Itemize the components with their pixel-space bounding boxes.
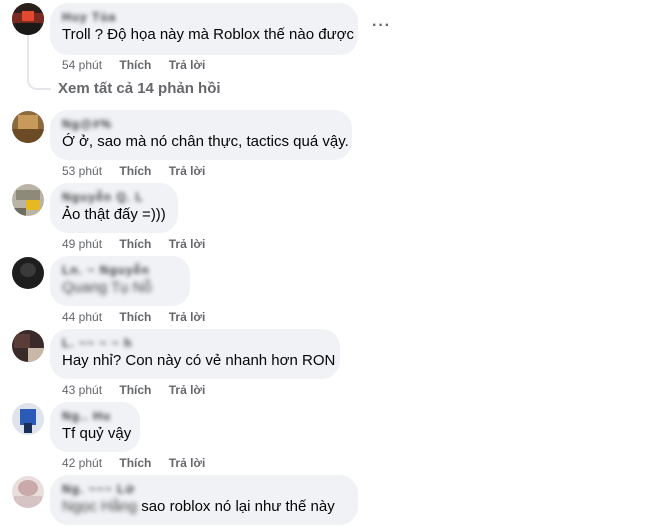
comment-time[interactable]: 49 phút [62, 237, 102, 251]
avatar[interactable] [12, 3, 44, 35]
comment-meta: 44 phút Thích Trả lời [62, 310, 219, 324]
reply-button[interactable]: Trả lời [169, 310, 206, 324]
comment-text: Quang Tụ Nỗ [62, 279, 152, 296]
comment-meta: 43 phút Thích Trả lời [62, 383, 219, 397]
like-button[interactable]: Thích [119, 237, 151, 251]
view-replies-link[interactable]: Xem tất cả 14 phản hồi [58, 80, 221, 97]
commenter-name[interactable]: L. ~~ ~ ~ h [62, 336, 328, 351]
comment-text: Ớ ở, sao mà nó chân thực, tactics quá vậ… [62, 133, 349, 150]
comment-text: Troll ? Độ họa này mà Roblox thế nào đượ… [62, 26, 354, 43]
comment-meta: 42 phút Thích Trả lời [62, 456, 219, 470]
thread-line [27, 34, 29, 80]
like-button[interactable]: Thích [119, 383, 151, 397]
comment-meta: 54 phút Thích Trả lời [62, 58, 219, 72]
avatar[interactable] [12, 257, 44, 289]
comment-bubble: Nguyễn Q. L Ảo thật đấy =))) [50, 183, 178, 233]
comment-bubble: Ng.. Hu Tf quỷ vậy [50, 402, 140, 452]
tagged-user[interactable]: Ngọc Hằng [62, 497, 137, 517]
commenter-name[interactable]: Ng. ~~~ Lử [62, 482, 346, 497]
comment-bubble: Ng. ~~~ Lử Ngọc Hằng sao roblox nó lại n… [50, 475, 358, 525]
comment-meta: 49 phút Thích Trả lời [62, 237, 219, 251]
reply-button[interactable]: Trả lời [169, 383, 206, 397]
avatar[interactable] [12, 184, 44, 216]
comment-time[interactable]: 54 phút [62, 58, 102, 72]
comment-time[interactable]: 43 phút [62, 383, 102, 397]
comment-time[interactable]: 42 phút [62, 456, 102, 470]
comment-bubble: L. ~~ ~ ~ h Hay nhỉ? Con này có vẻ nhanh… [50, 329, 340, 379]
commenter-name[interactable]: Ng.. Hu [62, 409, 128, 424]
reply-button[interactable]: Trả lời [169, 456, 206, 470]
comment-text: Ảo thật đấy =))) [62, 206, 166, 223]
avatar[interactable] [12, 476, 44, 508]
reply-button[interactable]: Trả lời [169, 58, 206, 72]
more-options-icon[interactable]: ··· [372, 17, 391, 35]
like-button[interactable]: Thích [119, 164, 151, 178]
comment-text: Hay nhỉ? Con này có vẻ nhanh hơn RON [62, 352, 336, 369]
commenter-name[interactable]: Ln. ~ Nguyễn [62, 263, 178, 278]
reply-button[interactable]: Trả lời [169, 164, 206, 178]
commenter-name[interactable]: Ng@#% [62, 117, 340, 132]
like-button[interactable]: Thích [119, 310, 151, 324]
commenter-name[interactable]: Nguyễn Q. L [62, 190, 166, 205]
comment-time[interactable]: 53 phút [62, 164, 102, 178]
like-button[interactable]: Thích [119, 456, 151, 470]
avatar[interactable] [12, 111, 44, 143]
comment-text-body: sao roblox nó lại như thế này [141, 498, 335, 515]
comment-time[interactable]: 44 phút [62, 310, 102, 324]
thread-line-curve [27, 78, 51, 90]
reply-button[interactable]: Trả lời [169, 237, 206, 251]
comment-bubble: Ng@#% Ớ ở, sao mà nó chân thực, tactics … [50, 110, 352, 160]
avatar[interactable] [12, 330, 44, 362]
comment-bubble: Ln. ~ Nguyễn Quang Tụ Nỗ [50, 256, 190, 306]
comment-text: Ngọc Hằng sao roblox nó lại như thế này [62, 497, 346, 517]
comment-meta: 53 phút Thích Trả lời [62, 164, 219, 178]
like-button[interactable]: Thích [119, 58, 151, 72]
commenter-name[interactable]: Huy Tùa [62, 10, 346, 25]
comment-text: Tf quỷ vậy [62, 425, 132, 442]
avatar[interactable] [12, 403, 44, 435]
comment-bubble: Huy Tùa Troll ? Độ họa này mà Roblox thế… [50, 3, 358, 55]
